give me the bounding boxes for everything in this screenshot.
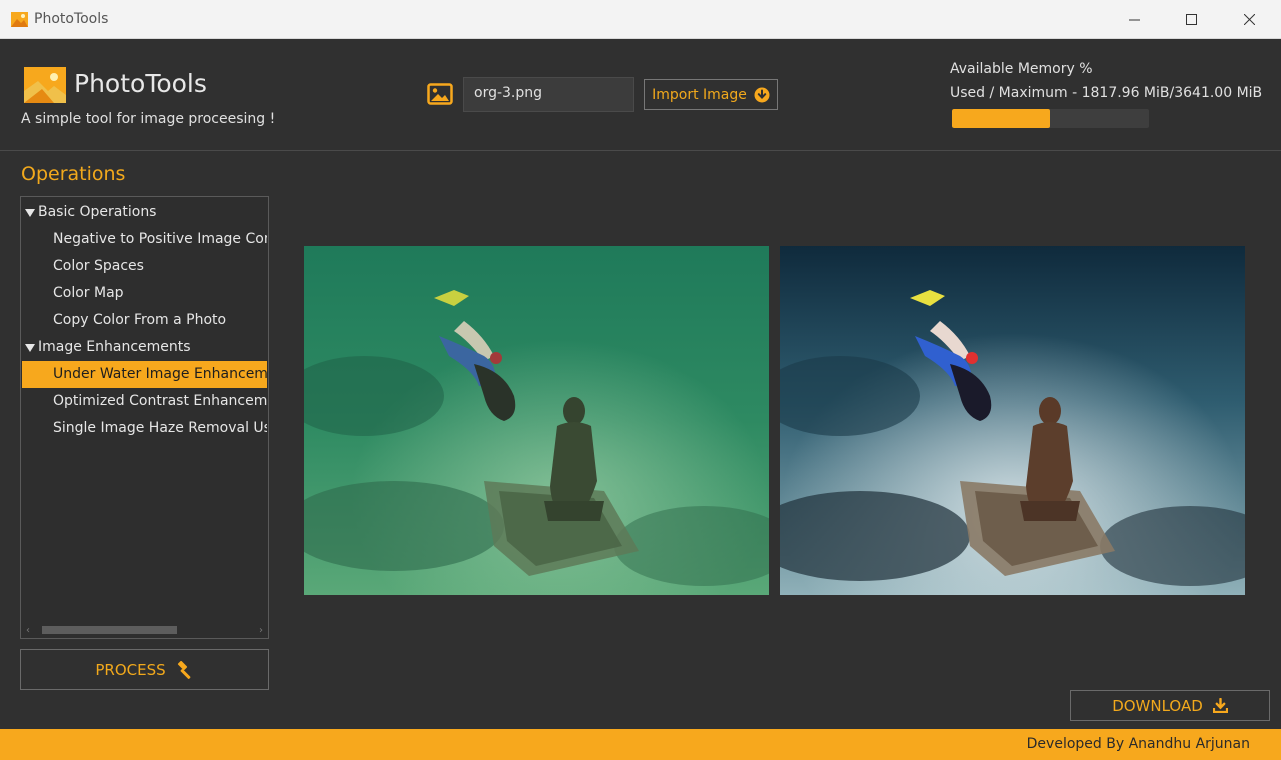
title-bar: PhotoTools [0, 0, 1281, 39]
logo-icon [24, 67, 66, 103]
scroll-left-icon[interactable]: ‹ [26, 625, 30, 636]
hammer-icon [177, 660, 191, 679]
brand-name: PhotoTools [74, 69, 207, 98]
memory-used-text: Used / Maximum - 1817.96 MiB/3641.00 MiB [950, 85, 1263, 101]
download-label: DOWNLOAD [1112, 696, 1203, 715]
file-name-field[interactable]: org-3.png [463, 77, 634, 112]
tree-item[interactable]: Single Image Haze Removal Us [22, 415, 267, 442]
horizontal-scrollbar[interactable]: ‹ › [22, 621, 267, 637]
maximize-button[interactable] [1162, 0, 1220, 39]
status-footer: Developed By Anandhu Arjunan [0, 729, 1281, 760]
tree-group-label: Basic Operations [38, 204, 157, 220]
image-icon [427, 83, 453, 105]
operations-title: Operations [21, 163, 126, 185]
tree-item[interactable]: Copy Color From a Photo [22, 307, 267, 334]
app-window: PhotoTools PhotoTools A simple tool for … [0, 0, 1281, 760]
tree-group-label: Image Enhancements [38, 339, 191, 355]
expand-caret-icon[interactable] [25, 209, 35, 217]
operations-tree: Basic Operations Negative to Positive Im… [20, 196, 269, 639]
tree-item[interactable]: Color Spaces [22, 253, 267, 280]
scrollbar-thumb[interactable] [42, 626, 177, 634]
minimize-button[interactable] [1105, 0, 1163, 39]
memory-progress-bar [952, 109, 1149, 128]
tree-group-image-enhancements[interactable]: Image Enhancements [22, 334, 267, 361]
download-circle-icon [754, 87, 770, 102]
tree-item[interactable]: Negative to Positive Image Con [22, 226, 267, 253]
download-icon [1212, 698, 1228, 713]
process-label: PROCESS [95, 660, 166, 679]
developer-credit: Developed By Anandhu Arjunan [1026, 736, 1250, 752]
memory-progress-fill [952, 109, 1051, 128]
tree-item[interactable]: Color Map [22, 280, 267, 307]
original-image [304, 246, 769, 595]
tree-item-selected[interactable]: Under Water Image Enhanceme [22, 361, 267, 388]
scroll-right-icon[interactable]: › [259, 625, 263, 636]
app-header: PhotoTools A simple tool for image proce… [0, 39, 1281, 151]
import-image-button[interactable]: Import Image [644, 79, 778, 110]
brand-tagline: A simple tool for image proceesing ! [21, 111, 276, 127]
window-title: PhotoTools [34, 11, 109, 27]
close-button[interactable] [1220, 0, 1278, 39]
tree-item[interactable]: Optimized Contrast Enhanceme [22, 388, 267, 415]
memory-title: Available Memory % [950, 61, 1093, 77]
enhanced-image [780, 246, 1245, 595]
expand-caret-icon[interactable] [25, 344, 35, 352]
download-button[interactable]: DOWNLOAD [1070, 690, 1270, 721]
process-button[interactable]: PROCESS [20, 649, 269, 690]
tree-group-basic-operations[interactable]: Basic Operations [22, 199, 267, 226]
import-image-label: Import Image [652, 86, 747, 103]
app-icon [11, 12, 28, 27]
